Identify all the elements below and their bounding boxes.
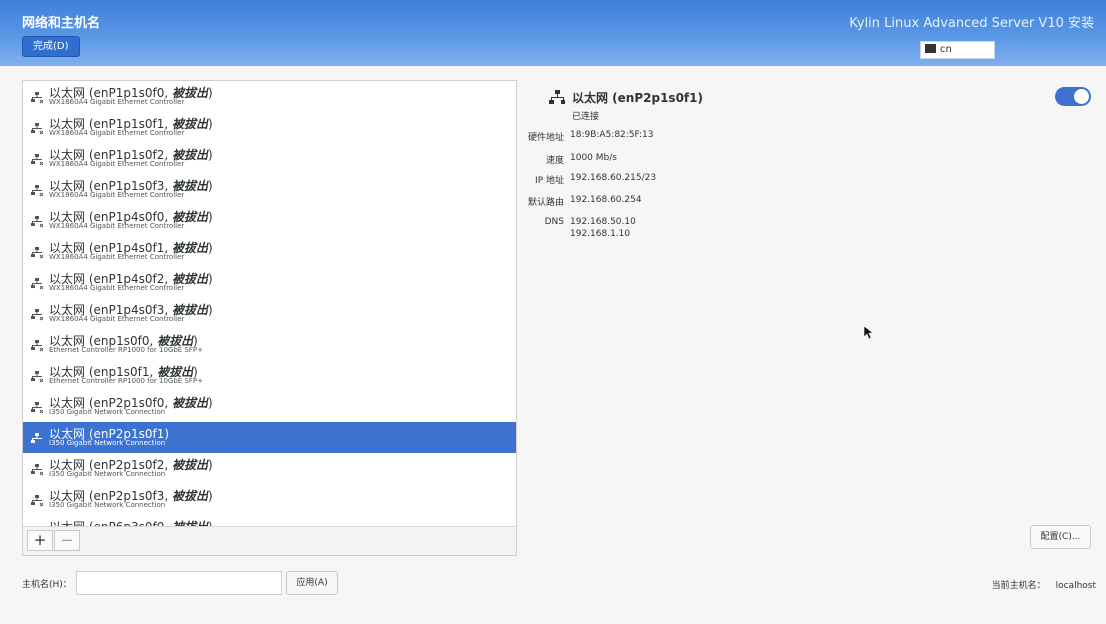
device-list-item[interactable]: 以太网 (enP1p1s0f2, 被拔出) WX1860A4 Gigabit Et… (23, 143, 516, 174)
device-description: Ethernet Controller RP1000 for 10GbE SFP… (49, 377, 203, 385)
header-bar: 网络和主机名 完成(D) Kylin Linux Advanced Server… (0, 0, 1106, 66)
device-list-item[interactable]: 以太网 (enP1p1s0f3, 被拔出) WX1860A4 Gigabit Et… (23, 174, 516, 205)
device-list-item[interactable]: 以太网 (enP2p1s0f0, 被拔出) I350 Gigabit Networ… (23, 391, 516, 422)
wired-network-disconnected-icon (31, 278, 43, 290)
device-list-item[interactable]: 以太网 (enP2p1s0f1) I350 Gigabit Network Con… (23, 422, 516, 453)
device-list-item[interactable]: 以太网 (enP2p1s0f3, 被拔出) I350 Gigabit Networ… (23, 484, 516, 515)
add-device-button[interactable]: + (27, 530, 53, 551)
page-title: 网络和主机名 (22, 16, 101, 31)
hostname-label: 主机名(H)： (22, 580, 72, 590)
device-description: WX1860A4 Gigabit Ethernet Controller (49, 222, 185, 230)
device-description: WX1860A4 Gigabit Ethernet Controller (49, 253, 185, 261)
device-name-close: ) (208, 458, 213, 472)
device-description: I350 Gigabit Network Connection (49, 439, 166, 447)
current-hostname: 当前主机名： localhost (992, 578, 1096, 591)
device-unplugged-status: 被拔出 (171, 489, 208, 503)
device-list-item[interactable]: 以太网 (enP1p1s0f0, 被拔出) WX1860A4 Gigabit Et… (23, 81, 516, 112)
default-route-value: 192.168.60.254 (570, 195, 642, 205)
wired-network-disconnected-icon (31, 247, 43, 259)
wired-network-disconnected-icon (31, 464, 43, 476)
wired-network-disconnected-icon (31, 154, 43, 166)
device-description: WX1860A4 Gigabit Ethernet Controller (49, 284, 185, 292)
device-description: I350 Gigabit Network Connection (49, 408, 166, 416)
device-name-close: ) (208, 210, 213, 224)
mouse-pointer-icon (864, 326, 874, 340)
connection-toggle[interactable] (1055, 87, 1091, 106)
wired-network-disconnected-icon (31, 123, 43, 135)
wired-network-disconnected-icon (31, 402, 43, 414)
device-list-item[interactable]: 以太网 (enp1s0f0, 被拔出) Ethernet Controller R… (23, 329, 516, 360)
device-description: WX1860A4 Gigabit Ethernet Controller (49, 160, 185, 168)
connection-status: 已连接 (572, 112, 600, 122)
list-toolbar: + − (23, 526, 516, 555)
wired-network-disconnected-icon (31, 309, 43, 321)
keyboard-icon (925, 43, 936, 53)
device-list-item[interactable]: 以太网 (enP1p4s0f1, 被拔出) WX1860A4 Gigabit Et… (23, 236, 516, 267)
device-name-close: ) (208, 148, 213, 162)
device-description: I350 Gigabit Network Connection (49, 470, 166, 478)
remove-device-button[interactable]: − (54, 530, 80, 551)
ip-address-label: IP 地址 (535, 176, 564, 186)
current-hostname-value: localhost (1055, 581, 1096, 591)
hw-address-value: 18:9B:A5:82:5F:13 (570, 130, 654, 140)
device-description: I350 Gigabit Network Connection (49, 501, 166, 509)
device-name-close: ) (208, 272, 213, 286)
device-name-close: ) (208, 179, 213, 193)
done-button[interactable]: 完成(D) (22, 36, 80, 57)
dns-value-secondary: 192.168.1.10 (570, 229, 631, 239)
wired-network-disconnected-icon (31, 185, 43, 197)
device-description: WX1860A4 Gigabit Ethernet Controller (49, 98, 185, 106)
hostname-input[interactable] (76, 571, 282, 595)
hw-address-label: 硬件地址 (527, 133, 564, 143)
configure-button[interactable]: 配置(C)... (1030, 525, 1091, 549)
wired-network-disconnected-icon (31, 495, 43, 507)
speed-value: 1000 Mb/s (570, 153, 617, 163)
device-list-item[interactable]: 以太网 (enP1p1s0f1, 被拔出) WX1860A4 Gigabit Et… (23, 112, 516, 143)
device-name-close: ) (208, 303, 213, 317)
device-list-item[interactable]: 以太网 (enP1p4s0f3, 被拔出) WX1860A4 Gigabit Et… (23, 298, 516, 329)
apply-hostname-button[interactable]: 应用(A) (286, 571, 338, 595)
wired-network-disconnected-icon (31, 92, 43, 104)
device-list-item[interactable]: 以太网 (enP1p4s0f0, 被拔出) WX1860A4 Gigabit Et… (23, 205, 516, 236)
wired-network-icon (31, 433, 42, 443)
device-unplugged-status: 被拔出 (171, 458, 208, 472)
device-unplugged-status: 被拔出 (171, 396, 208, 410)
device-name-close: ) (208, 489, 213, 503)
product-title: Kylin Linux Advanced Server V10 安装 (849, 16, 1094, 31)
device-list-item[interactable]: 以太网 (enP1p4s0f2, 被拔出) WX1860A4 Gigabit Et… (23, 267, 516, 298)
network-device-list: 以太网 (enP1p1s0f0, 被拔出) WX1860A4 Gigabit Et… (22, 80, 517, 556)
ip-address-value: 192.168.60.215/23 (570, 173, 657, 183)
device-list-scroll[interactable]: 以太网 (enP1p1s0f0, 被拔出) WX1860A4 Gigabit Et… (23, 81, 516, 527)
current-hostname-label: 当前主机名： (991, 581, 1046, 591)
keyboard-layout-indicator[interactable]: cn (920, 41, 995, 59)
device-name: 以太网 (enP2p1s0f1) (572, 91, 703, 105)
device-description: WX1860A4 Gigabit Ethernet Controller (49, 191, 185, 199)
device-name-close: ) (208, 117, 213, 131)
wired-network-disconnected-icon (31, 371, 43, 383)
device-description: Ethernet Controller RP1000 for 10GbE SFP… (49, 346, 203, 354)
keyboard-layout-label: cn (940, 44, 952, 55)
device-name-close: ) (208, 241, 213, 255)
wired-network-icon (549, 90, 565, 104)
wired-network-disconnected-icon (31, 340, 43, 352)
device-description: WX1860A4 Gigabit Ethernet Controller (49, 129, 185, 137)
device-list-item[interactable]: 以太网 (enP2p1s0f2, 被拔出) I350 Gigabit Networ… (23, 453, 516, 484)
dns-value-primary: 192.168.50.10 (570, 217, 636, 227)
device-list-item[interactable]: 以太网 (enp1s0f1, 被拔出) Ethernet Controller R… (23, 360, 516, 391)
default-route-label: 默认路由 (527, 198, 564, 208)
speed-label: 速度 (545, 156, 564, 166)
dns-label: DNS (544, 217, 564, 227)
toggle-knob (1074, 89, 1089, 104)
device-description: WX1860A4 Gigabit Ethernet Controller (49, 315, 185, 323)
wired-network-disconnected-icon (31, 216, 43, 228)
device-name-close: ) (208, 86, 213, 100)
device-name-close: ) (208, 396, 213, 410)
